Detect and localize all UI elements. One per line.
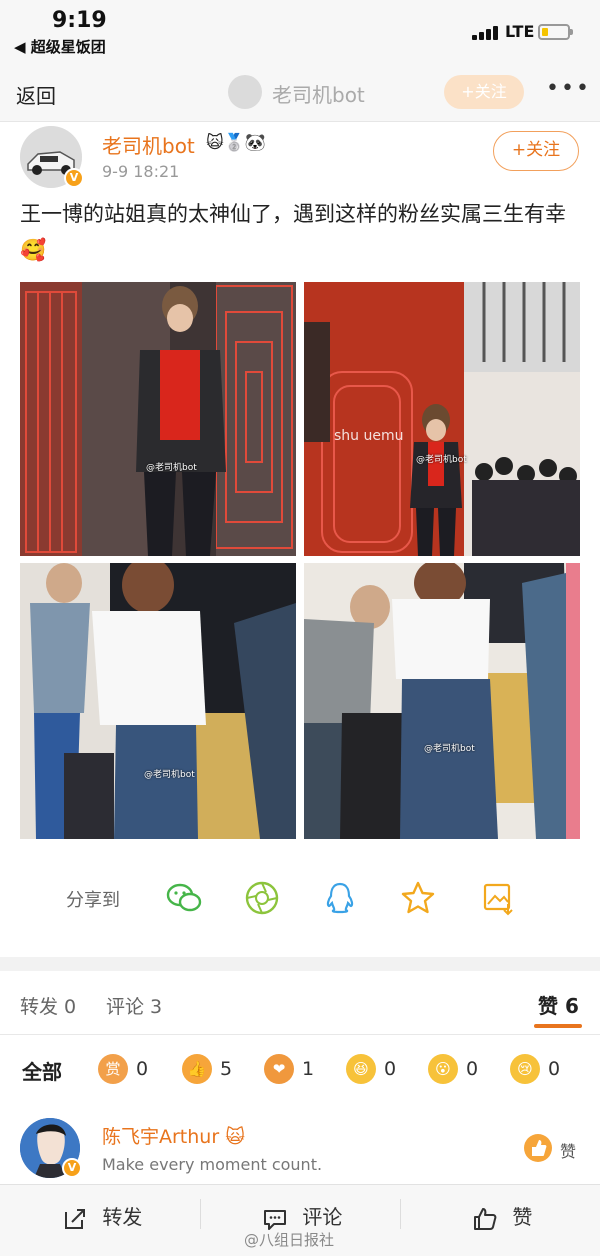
separator <box>400 1199 401 1229</box>
thumbs-up-icon[interactable]: 👍 <box>182 1054 212 1084</box>
sad-icon[interactable]: 😢 <box>510 1054 540 1084</box>
commenter-bio: Make every moment count. <box>102 1155 323 1174</box>
reward-icon[interactable]: 赏 <box>98 1054 128 1084</box>
save-image-icon[interactable] <box>478 878 518 918</box>
divider <box>0 1034 600 1035</box>
section-gap <box>0 957 600 971</box>
active-tab-indicator <box>534 1024 582 1028</box>
tab-repost[interactable]: 转发 0 <box>20 992 76 1019</box>
photo-watermark: @老司机bot <box>146 463 197 473</box>
reaction-count: 1 <box>302 1058 315 1080</box>
heart-icon[interactable]: ❤ <box>264 1054 294 1084</box>
commenter-badge: 🙀 <box>225 1126 246 1148</box>
moments-icon[interactable] <box>242 878 282 918</box>
repost-label: 转发 <box>102 1205 143 1229</box>
status-time: 9:19 <box>52 8 107 33</box>
post-time: 9-9 18:21 <box>102 162 180 181</box>
nav-avatar <box>228 75 262 109</box>
post-text: 王一博的站姐真的太神仙了，遇到这样的粉丝实属三生有幸🥰 <box>20 202 566 262</box>
source-watermark: @八组日报社 <box>244 1231 335 1249</box>
author-badges: 🙀🥈🐼 <box>206 133 267 153</box>
verified-badge-icon: V <box>64 168 84 188</box>
reaction-count: 0 <box>548 1058 561 1080</box>
nav-title: 老司机bot <box>272 83 365 107</box>
like-button[interactable]: 赞 <box>472 1199 532 1235</box>
post-photo-4[interactable]: @老司机bot <box>304 563 580 839</box>
signal-icon <box>472 24 500 40</box>
photo-watermark: @老司机bot <box>144 770 195 780</box>
nav-follow-button[interactable]: +关注 <box>444 75 524 109</box>
status-bar: 9:19 ◀ 超级星饭团 LTE <box>0 0 600 64</box>
verified-badge-icon: V <box>62 1158 82 1178</box>
reaction-count: 0 <box>136 1058 149 1080</box>
photo-watermark: @老司机bot <box>424 744 475 754</box>
tab-comment[interactable]: 评论 3 <box>106 992 162 1019</box>
network-label: LTE <box>505 22 535 41</box>
laugh-icon[interactable]: 😆 <box>346 1054 376 1084</box>
comment-icon <box>264 1209 286 1230</box>
nav-bar: 返回 老司机bot +关注 ••• <box>0 64 600 122</box>
like-label: 赞 <box>512 1205 533 1229</box>
repost-icon <box>65 1208 85 1229</box>
back-button[interactable]: 返回 <box>16 80 56 109</box>
repost-button[interactable]: 转发 <box>62 1199 142 1235</box>
thumbs-up-icon <box>524 1134 552 1162</box>
author-name[interactable]: 老司机bot <box>102 130 195 159</box>
thumbs-up-icon <box>474 1207 497 1230</box>
comment-label: 评论 <box>302 1205 343 1229</box>
post-photo-2[interactable]: shu uemu @老司机bot <box>304 282 580 556</box>
tab-like[interactable]: 赞 6 <box>538 990 579 1019</box>
battery-icon <box>538 24 573 40</box>
reaction-filter-all[interactable]: 全部 <box>22 1056 62 1085</box>
wow-icon[interactable]: 😮 <box>428 1054 458 1084</box>
reaction-count: 0 <box>466 1058 479 1080</box>
reaction-count: 0 <box>384 1058 397 1080</box>
commenter-name[interactable]: 陈飞宇Arthur 🙀 <box>102 1122 245 1149</box>
post-photo-1[interactable]: @老司机bot <box>20 282 296 556</box>
post-photo-3[interactable]: @老司机bot <box>20 563 296 839</box>
reaction-count: 5 <box>220 1058 233 1080</box>
brand-signage: shu uemu <box>334 428 404 444</box>
share-label: 分享到 <box>66 890 120 911</box>
back-to-app-link[interactable]: ◀ 超级星饭团 <box>14 36 106 57</box>
photo-watermark: @老司机bot <box>416 455 467 465</box>
more-options-button[interactable]: ••• <box>546 76 591 101</box>
separator <box>200 1199 201 1229</box>
comment-like-label: 赞 <box>560 1142 577 1161</box>
favorite-icon[interactable] <box>398 878 438 918</box>
qq-icon[interactable] <box>320 878 360 918</box>
wechat-icon[interactable] <box>164 878 204 918</box>
follow-button[interactable]: +关注 <box>493 131 579 171</box>
bottom-action-bar: 转发 评论 赞 @八组日报社 <box>0 1184 600 1256</box>
